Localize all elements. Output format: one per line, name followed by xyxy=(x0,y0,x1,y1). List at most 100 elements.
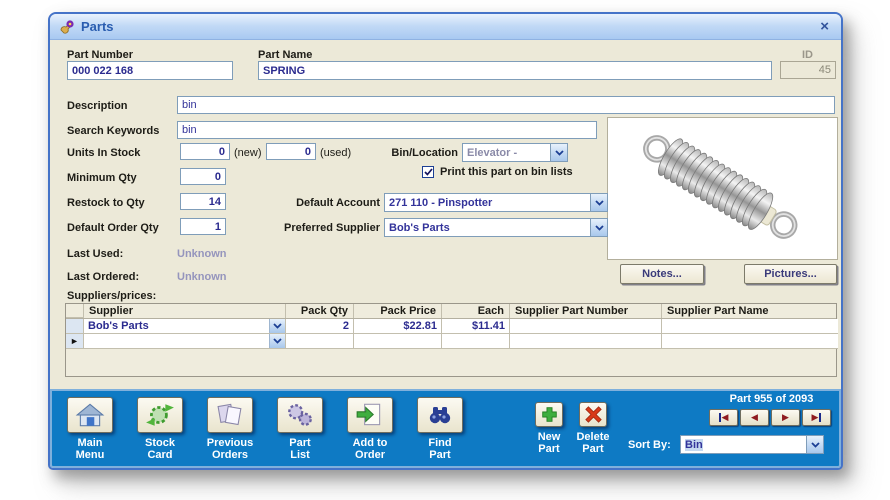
table-row[interactable]: Bob's Parts 2 $22.81 $11.41 xyxy=(66,319,838,334)
suppliers-table-header: Supplier Pack Qty Pack Price Each Suppli… xyxy=(66,304,836,319)
nav-previous-button[interactable]: ◀ xyxy=(740,409,769,426)
part-list-button[interactable] xyxy=(277,397,323,433)
window-title: Parts xyxy=(81,19,114,34)
delete-part-button[interactable] xyxy=(579,402,607,427)
bin-location-label: Bin/Location xyxy=(391,147,458,159)
previous-orders-label: Previous xyxy=(206,437,254,449)
units-new-suffix: (new) xyxy=(234,147,262,159)
units-used-field[interactable] xyxy=(266,143,316,160)
default-account-dropdown[interactable]: 271 110 - Pinspotter xyxy=(384,193,608,212)
stock-card-button[interactable] xyxy=(137,397,183,433)
row-marker-icon: ► xyxy=(70,336,79,346)
default-order-qty-label: Default Order Qty xyxy=(67,222,159,234)
add-to-order-button[interactable] xyxy=(347,397,393,433)
close-icon[interactable]: × xyxy=(817,19,832,34)
record-position: Part 955 of 2093 xyxy=(729,393,814,405)
supplier-cell-dropdown[interactable] xyxy=(84,334,286,349)
main-menu-label: Main xyxy=(77,437,103,449)
new-row-selector[interactable]: ► xyxy=(66,334,84,349)
house-icon xyxy=(75,403,105,427)
nav-next-button[interactable]: ▶ xyxy=(771,409,800,426)
part-number-field[interactable] xyxy=(67,61,233,80)
main-menu-button[interactable] xyxy=(67,397,113,433)
col-supplier-part-number: Supplier Part Number xyxy=(510,304,662,318)
units-new-field[interactable] xyxy=(180,143,230,160)
search-keywords-label: Search Keywords xyxy=(67,125,160,137)
part-image xyxy=(607,117,838,260)
title-bar[interactable]: Parts × xyxy=(50,14,841,40)
bottom-toolbar: Main Menu Stock Card Previous Orders Par… xyxy=(50,389,841,468)
last-ordered-label: Last Ordered: xyxy=(67,271,140,283)
description-field[interactable] xyxy=(177,96,835,114)
part-list-label: Part xyxy=(289,437,311,449)
supplier-cell-dropdown[interactable]: Bob's Parts xyxy=(84,319,286,334)
restock-label: Restock to Qty xyxy=(67,197,145,209)
documents-icon xyxy=(217,403,242,426)
minimum-qty-label: Minimum Qty xyxy=(67,172,137,184)
new-part-button[interactable] xyxy=(535,402,563,427)
add-to-order-label: Add to xyxy=(352,437,388,449)
previous-record-icon: ◀ xyxy=(751,412,758,422)
next-record-icon: ▶ xyxy=(782,412,789,422)
preferred-supplier-label: Preferred Supplier xyxy=(284,222,380,234)
app-tools-icon xyxy=(60,19,74,34)
last-record-icon: ▶ xyxy=(811,412,819,422)
sort-by-label: Sort By: xyxy=(628,439,671,451)
units-used-suffix: (used) xyxy=(320,147,352,159)
default-account-label: Default Account xyxy=(296,197,380,209)
last-used-label: Last Used: xyxy=(67,248,124,260)
search-keywords-field[interactable] xyxy=(177,121,597,139)
each-cell[interactable]: $11.41 xyxy=(442,319,510,334)
notes-button[interactable]: Notes... xyxy=(620,264,704,284)
sort-by-dropdown[interactable]: Bin xyxy=(680,435,824,454)
minimum-qty-field[interactable] xyxy=(180,168,226,185)
pictures-button[interactable]: Pictures... xyxy=(744,264,837,284)
last-used-value: Unknown xyxy=(177,248,227,260)
pack-price-cell[interactable]: $22.81 xyxy=(354,319,442,334)
part-name-field[interactable] xyxy=(258,61,772,80)
col-supplier-part-name: Supplier Part Name xyxy=(667,305,769,317)
delete-part-label: Delete xyxy=(576,431,610,443)
parts-window: Parts × Part Number Part Name ID Descrip… xyxy=(48,12,843,470)
id-label: ID xyxy=(802,49,813,61)
pack-qty-cell[interactable]: 2 xyxy=(286,319,354,334)
chevron-down-icon[interactable] xyxy=(269,319,285,333)
col-supplier: Supplier xyxy=(84,304,286,318)
default-order-qty-field[interactable] xyxy=(180,218,226,235)
chevron-down-icon[interactable] xyxy=(590,219,607,236)
chevron-down-icon[interactable] xyxy=(590,194,607,211)
stock-gears-icon xyxy=(146,404,174,426)
check-icon xyxy=(423,168,433,176)
description-label: Description xyxy=(67,100,128,112)
part-name-label: Part Name xyxy=(258,49,313,61)
bin-location-dropdown[interactable]: Elevator - xyxy=(462,143,568,162)
restock-field[interactable] xyxy=(180,193,226,210)
units-in-stock-label: Units In Stock xyxy=(67,147,141,159)
table-new-row[interactable]: ► xyxy=(66,334,838,349)
stock-card-label: Stock xyxy=(145,437,175,449)
supplier-part-number-cell[interactable] xyxy=(510,319,662,334)
suppliers-table: Supplier Pack Qty Pack Price Each Suppli… xyxy=(65,303,838,377)
row-selector[interactable] xyxy=(66,319,84,334)
nav-last-button[interactable]: ▶ xyxy=(802,409,831,426)
last-ordered-value: Unknown xyxy=(177,271,227,283)
id-field xyxy=(780,61,836,79)
preferred-supplier-dropdown[interactable]: Bob's Parts xyxy=(384,218,608,237)
previous-orders-button[interactable] xyxy=(207,397,253,433)
col-pack-qty: Pack Qty xyxy=(286,304,354,318)
chevron-down-icon[interactable] xyxy=(806,436,823,453)
gears-icon xyxy=(288,404,312,426)
record-navigation: ◀ ◀ ▶ ▶ xyxy=(709,409,831,426)
print-bin-checkbox[interactable] xyxy=(422,166,434,178)
print-bin-label: Print this part on bin lists xyxy=(440,166,573,178)
col-each: Each xyxy=(442,304,510,318)
red-x-icon xyxy=(584,406,602,423)
add-document-icon xyxy=(356,403,381,426)
green-plus-icon xyxy=(541,407,557,422)
part-number-label: Part Number xyxy=(67,49,134,61)
nav-first-button[interactable]: ◀ xyxy=(709,409,738,426)
supplier-part-name-cell[interactable] xyxy=(662,319,838,334)
chevron-down-icon[interactable] xyxy=(550,144,567,161)
find-part-button[interactable] xyxy=(417,397,463,433)
chevron-down-icon[interactable] xyxy=(269,334,285,348)
